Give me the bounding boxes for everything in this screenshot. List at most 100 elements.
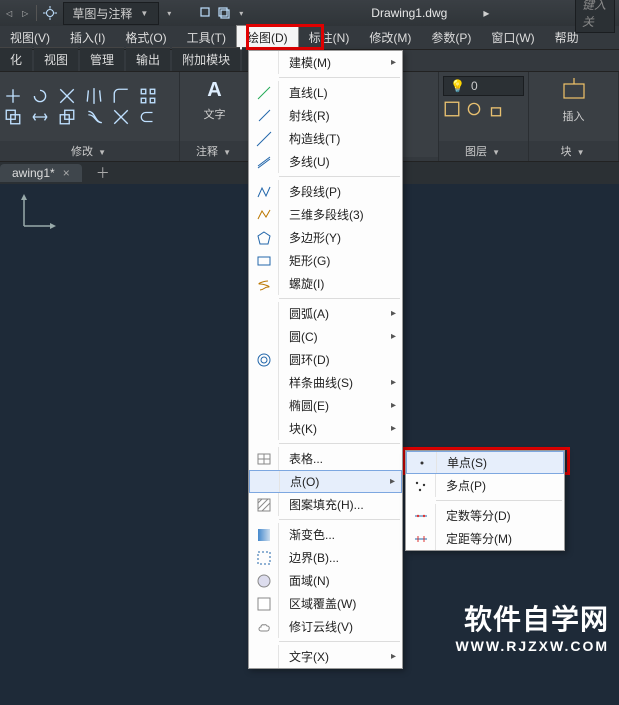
mi-circle[interactable]: 圆(C)▸ [249, 325, 402, 348]
mi-arc[interactable]: 圆弧(A)▸ [249, 302, 402, 325]
mi-boundary[interactable]: 边界(B)... [249, 546, 402, 569]
document-title: Drawing1.dwg [371, 6, 447, 20]
smi-multi-point[interactable]: 多点(P) [406, 474, 564, 497]
mi-block[interactable]: 块(K)▸ [249, 417, 402, 440]
mi-spline[interactable]: 样条曲线(S)▸ [249, 371, 402, 394]
mi-region[interactable]: 面域(N) [249, 569, 402, 592]
donut-icon [249, 348, 279, 371]
menu-insert[interactable]: 插入(I) [60, 26, 115, 49]
menu-modify[interactable]: 修改(M) [359, 26, 421, 49]
watermark-line1: 软件自学网 [455, 598, 609, 638]
qat-prev[interactable]: ◁ [4, 9, 14, 18]
mi-pline3d[interactable]: 三维多段线(3) [249, 203, 402, 226]
scale-icon[interactable] [58, 108, 76, 126]
rectangle-icon [249, 249, 279, 272]
copy-icon[interactable] [4, 108, 22, 126]
panel-layer: 💡 0 图层 ▼ [439, 72, 529, 161]
offset-icon[interactable] [85, 108, 103, 126]
mi-wipeout[interactable]: 区域覆盖(W) [249, 592, 402, 615]
array-icon[interactable] [139, 87, 157, 105]
menu-window[interactable]: 窗口(W) [481, 26, 544, 49]
menu-view[interactable]: 视图(V) [0, 26, 60, 49]
workspace-selector[interactable]: 草图与注释 ▼ [63, 2, 159, 25]
panel-modify-label: 修改 [71, 146, 93, 158]
text-button[interactable]: A [201, 76, 229, 104]
workspace-label: 草图与注释 [72, 5, 132, 22]
tab-addin[interactable]: 附加模块 [172, 47, 240, 71]
search-placeholder: 键入关 [582, 0, 606, 29]
gear-icon[interactable] [43, 6, 57, 20]
measure-icon [406, 527, 436, 550]
fillet-icon[interactable] [112, 87, 130, 105]
menu-format[interactable]: 格式(O) [115, 26, 176, 49]
ray-icon [249, 104, 279, 127]
panel-annotate: A 文字 注释 ▼ [180, 72, 250, 161]
layer-props-icon[interactable] [443, 100, 461, 118]
trim-icon[interactable] [58, 87, 76, 105]
smi-single-point[interactable]: 单点(S) [406, 451, 564, 474]
mi-point[interactable]: 点(O)▸ [249, 470, 402, 493]
mi-modeling[interactable]: 建模(M)▸ [249, 51, 402, 74]
move-icon[interactable] [4, 87, 22, 105]
helix-icon [249, 272, 279, 295]
pline3d-icon [249, 203, 279, 226]
mi-table[interactable]: 表格... [249, 447, 402, 470]
wipeout-icon [249, 592, 279, 615]
tab-partial[interactable]: 化 [0, 47, 32, 71]
table-icon [249, 447, 279, 470]
text-button-label: 文字 [204, 106, 226, 122]
mi-line[interactable]: 直线(L) [249, 81, 402, 104]
mi-gradient[interactable]: 渐变色... [249, 523, 402, 546]
layer-freeze-icon[interactable] [465, 100, 483, 118]
mi-revcloud[interactable]: 修订云线(V) [249, 615, 402, 638]
close-icon[interactable]: × [63, 166, 70, 180]
layer-selector[interactable]: 💡 0 [443, 76, 524, 96]
mi-text[interactable]: 文字(X)▸ [249, 645, 402, 668]
stretch-icon[interactable] [31, 108, 49, 126]
mi-mline[interactable]: 多线(U) [249, 150, 402, 173]
menu-params[interactable]: 参数(P) [421, 26, 481, 49]
menu-dim[interactable]: 标注(N) [299, 26, 360, 49]
qat-next[interactable]: ▷ [20, 9, 30, 18]
title-play-icon[interactable]: ▸ [483, 6, 489, 20]
mi-rect[interactable]: 矩形(G) [249, 249, 402, 272]
menu-help[interactable]: 帮助 [545, 26, 589, 49]
layer-bulb-icon: 💡 [450, 79, 465, 93]
tab-manage[interactable]: 管理 [80, 47, 124, 71]
mi-polygon[interactable]: 多边形(Y) [249, 226, 402, 249]
explode-icon[interactable] [112, 108, 130, 126]
tab-output[interactable]: 输出 [126, 47, 170, 71]
qat-overflow-2[interactable]: ▾ [237, 9, 245, 18]
mi-helix[interactable]: 螺旋(I) [249, 272, 402, 295]
layer-current: 0 [471, 79, 478, 93]
layer-lock-icon[interactable] [487, 100, 505, 118]
menu-tools[interactable]: 工具(T) [177, 26, 236, 49]
gradient-icon [249, 523, 279, 546]
new-tab-button[interactable]: ＋ [88, 163, 118, 183]
file-tab-1[interactable]: awing1* × [0, 164, 82, 182]
point-submenu: 单点(S) 多点(P) 定数等分(D) 定距等分(M) [405, 450, 565, 551]
subset-icon[interactable] [139, 108, 157, 126]
mi-ray[interactable]: 射线(R) [249, 104, 402, 127]
insert-button[interactable] [560, 76, 588, 104]
boundary-icon [249, 546, 279, 569]
watermark-line2: WWW.RJZXW.COM [455, 638, 609, 654]
region-icon [249, 569, 279, 592]
mirror-icon[interactable] [85, 87, 103, 105]
mi-ellipse[interactable]: 椭圆(E)▸ [249, 394, 402, 417]
xline-icon [249, 127, 279, 150]
ucs-axes-icon [18, 192, 58, 232]
window-state-icon[interactable] [199, 6, 231, 20]
mi-xline[interactable]: 构造线(T) [249, 127, 402, 150]
qat-overflow[interactable]: ▾ [165, 9, 173, 18]
rotate-icon[interactable] [31, 87, 49, 105]
mi-hatch[interactable]: 图案填充(H)... [249, 493, 402, 516]
mi-pline[interactable]: 多段线(P) [249, 180, 402, 203]
divide-icon [406, 504, 436, 527]
tab-view[interactable]: 视图 [34, 47, 78, 71]
mline-icon [249, 150, 279, 173]
smi-measure[interactable]: 定距等分(M) [406, 527, 564, 550]
file-tab-label: awing1* [12, 166, 55, 180]
mi-donut[interactable]: 圆环(D) [249, 348, 402, 371]
smi-divide[interactable]: 定数等分(D) [406, 504, 564, 527]
